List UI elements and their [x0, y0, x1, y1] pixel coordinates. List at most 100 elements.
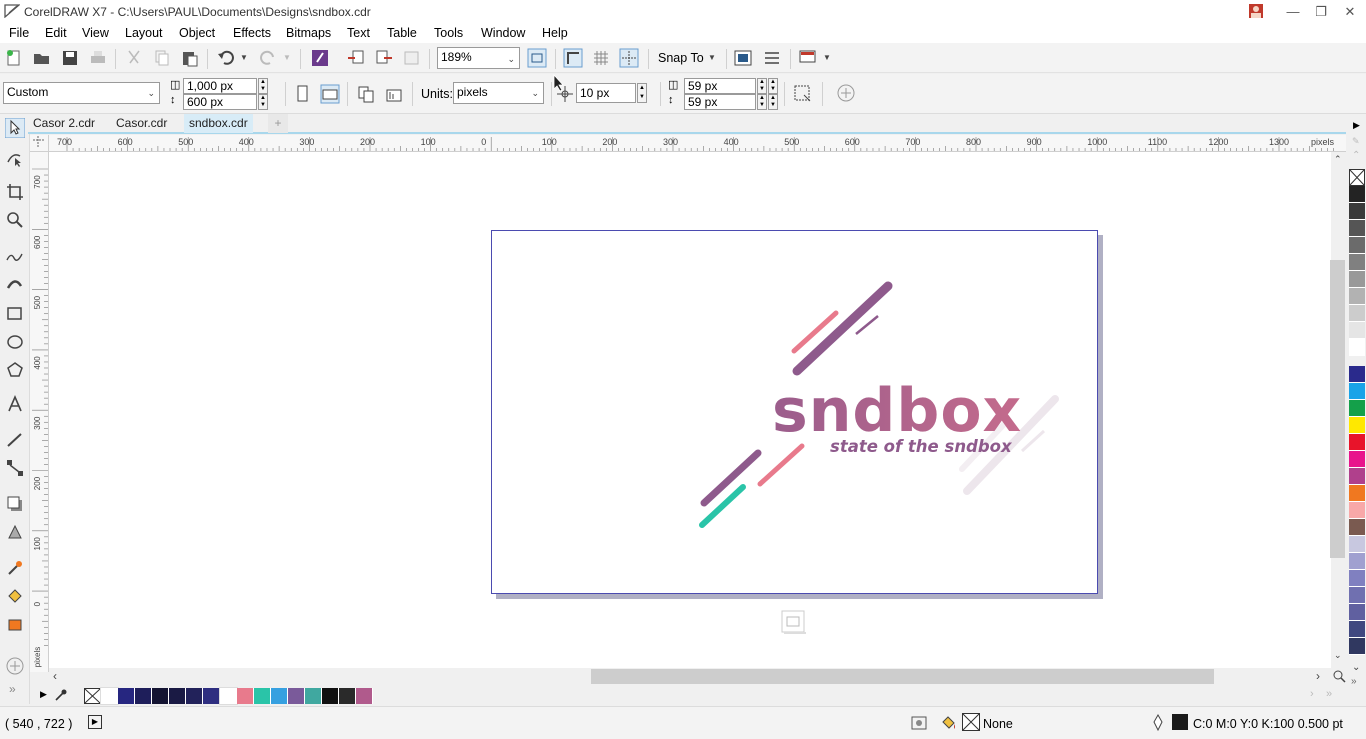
palette-expand-icon[interactable]: » [1351, 676, 1357, 687]
palette-swatch[interactable] [1349, 587, 1365, 604]
tab-sndbox[interactable]: sndbox.cdr [184, 114, 253, 133]
palette-swatch[interactable] [1349, 186, 1365, 203]
snap-to-dropdown-icon[interactable]: ▼ [708, 53, 716, 62]
document-palette-swatch[interactable] [135, 688, 152, 704]
document-palette-swatch[interactable] [271, 688, 288, 704]
menu-file[interactable]: File [9, 26, 29, 40]
ruler-origin[interactable] [30, 135, 49, 152]
horizontal-scroll-thumb[interactable] [591, 669, 1214, 684]
document-palette-swatch[interactable] [305, 688, 322, 704]
palette-swatch[interactable] [1349, 254, 1365, 271]
current-page-icon[interactable] [384, 84, 404, 104]
nudge-distance-input[interactable]: 10 px [576, 83, 636, 103]
application-launcher-icon[interactable] [762, 48, 782, 68]
smart-fill-tool-icon[interactable] [5, 614, 25, 634]
duplicate-y-spinner-2[interactable]: ▲ ▼ [768, 94, 778, 110]
parallel-dimension-tool-icon[interactable] [5, 430, 25, 450]
page-width-spinner[interactable]: ▲ ▼ [258, 78, 268, 94]
shape-tool-icon[interactable] [5, 148, 25, 168]
palette-swatch[interactable] [1349, 553, 1365, 570]
restore-icon[interactable]: ❐ [1305, 0, 1337, 23]
document-page[interactable]: sndbox state of the sndbox [491, 230, 1098, 594]
full-screen-preview-icon[interactable] [527, 48, 547, 68]
ellipse-tool-icon[interactable] [5, 332, 25, 352]
palette-swatch[interactable] [1349, 339, 1365, 356]
scroll-right-icon[interactable]: › [1316, 669, 1320, 683]
print-icon[interactable] [88, 48, 108, 68]
palette-swatch[interactable] [1349, 468, 1365, 485]
palette-swatch[interactable] [1349, 536, 1365, 553]
snap-to-button[interactable]: Snap To [658, 51, 704, 65]
duplicate-distance-y-input[interactable]: 59 px [684, 94, 756, 110]
palette-swatch[interactable] [1349, 271, 1365, 288]
transparency-tool-icon[interactable] [5, 522, 25, 542]
new-document-icon[interactable] [4, 48, 24, 68]
duplicate-y-spinner[interactable]: ▲ ▼ [757, 94, 767, 110]
menu-effects[interactable]: Effects [233, 26, 271, 40]
palette-eyedropper-icon[interactable]: ✎ [1352, 136, 1360, 147]
color-proofing-icon[interactable] [911, 715, 927, 731]
palette-swatch[interactable] [1349, 570, 1365, 587]
crop-tool-icon[interactable] [5, 182, 25, 202]
menu-table[interactable]: Table [387, 26, 417, 40]
palette-scroll-up-icon[interactable]: ⌃ [1352, 150, 1360, 161]
palette-swatch[interactable] [1349, 305, 1365, 322]
doc-palette-eyedropper-icon[interactable] [54, 688, 68, 702]
doc-palette-expand-icon[interactable]: » [1326, 688, 1332, 700]
document-palette-swatch[interactable] [203, 688, 220, 704]
palette-scroll-down-icon[interactable]: ⌄ [1352, 662, 1360, 673]
nudge-distance-spinner[interactable]: ▲ ▼ [637, 83, 647, 103]
polygon-tool-icon[interactable] [5, 360, 25, 380]
document-palette-swatch[interactable] [169, 688, 186, 704]
page-thumbnail-icon[interactable] [781, 610, 807, 634]
redo-dropdown-icon[interactable]: ▼ [283, 53, 291, 62]
palette-swatch[interactable] [1349, 366, 1365, 383]
user-icon[interactable] [1240, 0, 1272, 23]
palette-swatch[interactable] [1349, 604, 1365, 621]
document-palette-swatch[interactable] [118, 688, 135, 704]
doc-palette-scroll-right-icon[interactable]: › [1310, 688, 1314, 700]
document-palette-swatch[interactable] [356, 688, 373, 704]
export-icon[interactable] [374, 48, 394, 68]
vertical-scroll-thumb[interactable] [1330, 260, 1345, 558]
page-size-preset-select[interactable]: Custom ⌄ [3, 82, 160, 104]
welcome-screen-icon[interactable] [798, 48, 818, 68]
show-grid-icon[interactable] [591, 48, 611, 68]
undo-dropdown-icon[interactable]: ▼ [240, 53, 248, 62]
page-height-spinner[interactable]: ▲ ▼ [258, 94, 268, 110]
import-icon[interactable] [346, 48, 366, 68]
scroll-up-icon[interactable]: ⌃ [1334, 154, 1342, 165]
document-palette-swatch[interactable] [254, 688, 271, 704]
save-icon[interactable] [60, 48, 80, 68]
menu-object[interactable]: Object [179, 26, 215, 40]
interactive-fill-tool-icon[interactable] [5, 586, 25, 606]
duplicate-distance-x-input[interactable]: 59 px [684, 78, 756, 94]
vertical-ruler[interactable]: 700 600 500 400 300 200 100 0 pixels [30, 152, 49, 672]
palette-swatch[interactable] [1349, 288, 1365, 305]
scroll-down-icon[interactable]: ⌄ [1334, 650, 1342, 661]
portrait-orientation-icon[interactable] [292, 84, 312, 104]
palette-swatch[interactable] [1349, 400, 1365, 417]
horizontal-ruler[interactable]: 700 600 500 400 300 200 100 0 100 200 300 400 500 600… [49, 135, 1346, 152]
connector-tool-icon[interactable] [5, 458, 25, 478]
doc-palette-no-color-icon[interactable] [84, 688, 101, 704]
palette-flyout-icon[interactable]: ▶ [1353, 120, 1360, 131]
redo-icon[interactable] [258, 48, 278, 68]
document-palette-swatch[interactable] [100, 687, 119, 705]
palette-swatch[interactable] [1349, 417, 1365, 434]
show-rulers-icon[interactable] [563, 48, 583, 68]
tab-casor[interactable]: Casor.cdr [111, 114, 172, 133]
drawing-canvas[interactable]: sndbox state of the sndbox [49, 152, 1331, 668]
palette-swatch[interactable] [1349, 638, 1365, 655]
drop-shadow-tool-icon[interactable] [5, 494, 25, 514]
paste-icon[interactable] [180, 48, 200, 68]
zoom-tool-icon[interactable] [5, 210, 25, 230]
duplicate-x-spinner[interactable]: ▲ ▼ [757, 78, 767, 94]
document-palette-swatch[interactable] [322, 688, 339, 704]
no-color-swatch-icon[interactable] [1349, 169, 1365, 186]
palette-swatch[interactable] [1349, 434, 1365, 451]
launcher-dropdown-icon[interactable]: ▼ [823, 53, 831, 62]
menu-help[interactable]: Help [542, 26, 568, 40]
status-expand-icon[interactable]: ▶ [88, 715, 102, 729]
palette-swatch[interactable] [1349, 621, 1365, 638]
